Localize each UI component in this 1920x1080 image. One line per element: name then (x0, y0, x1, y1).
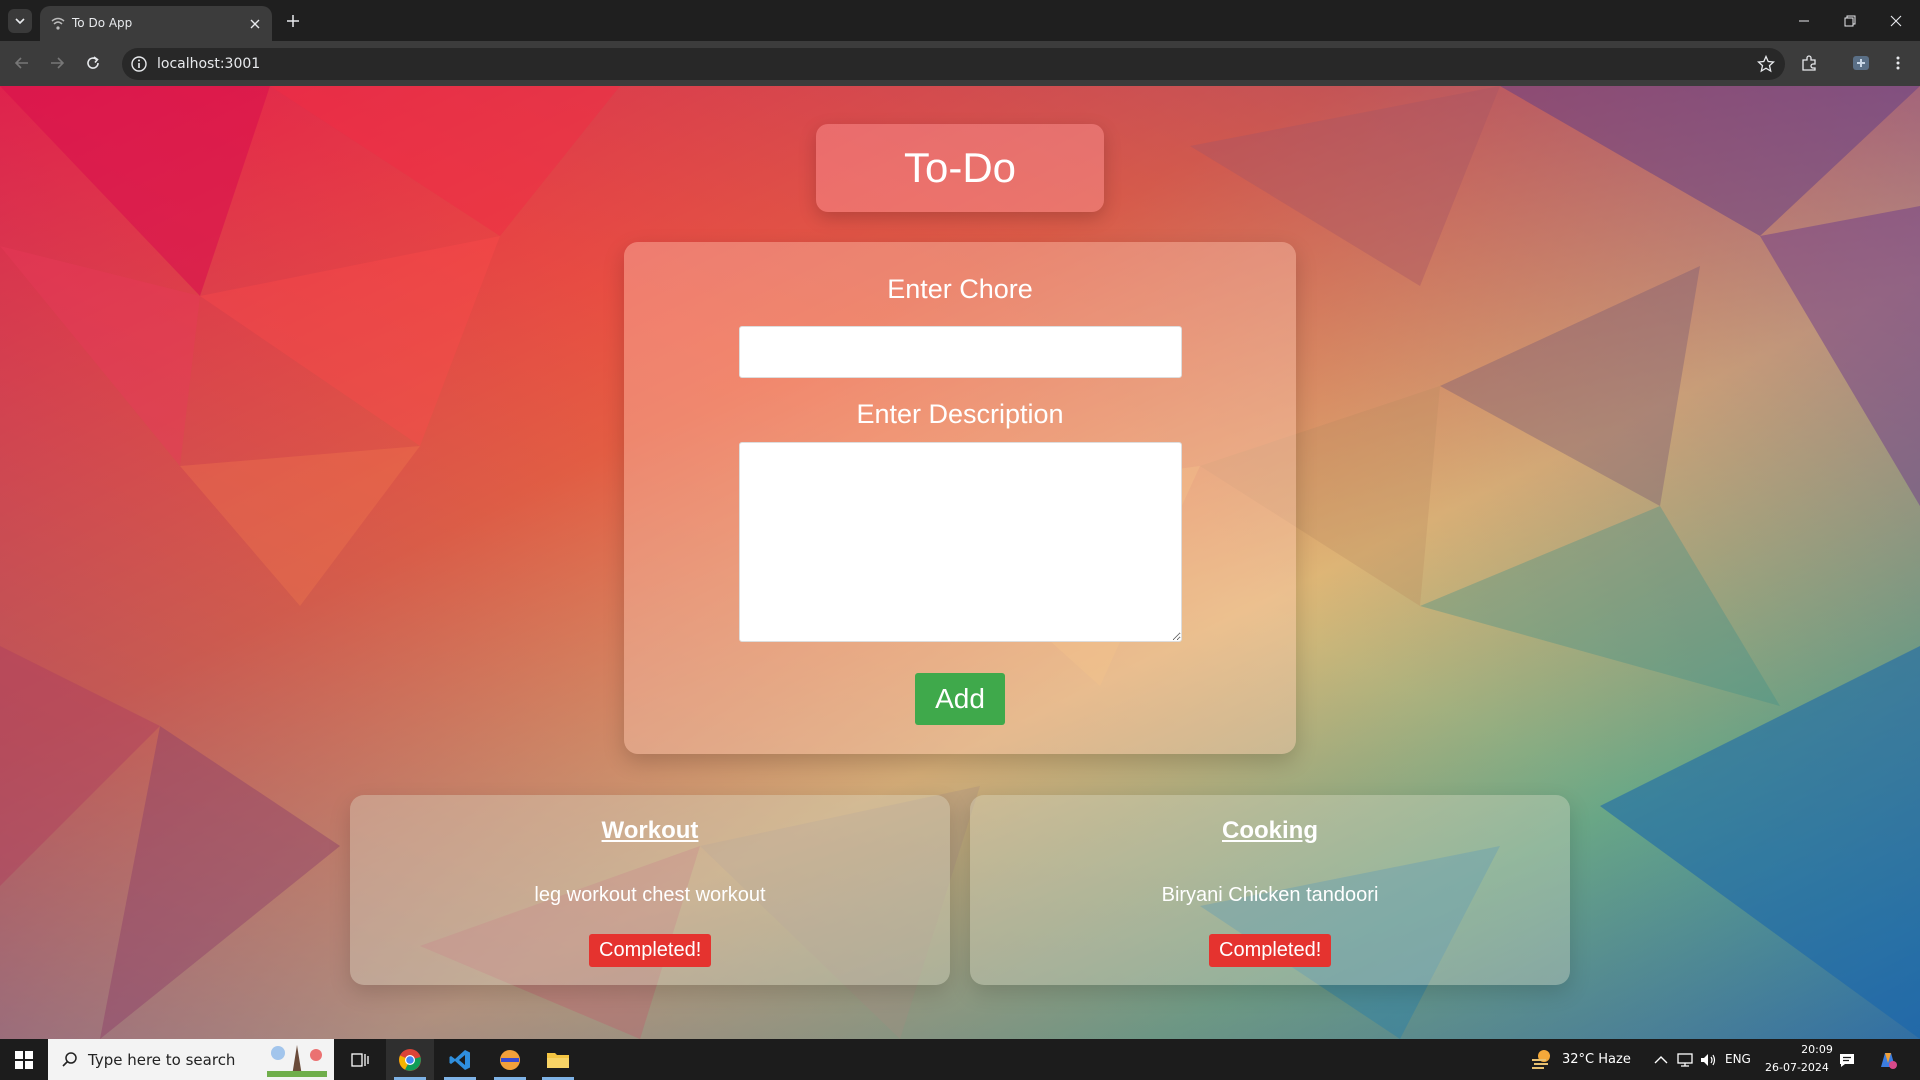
back-button[interactable] (10, 51, 34, 75)
address-bar[interactable]: localhost:3001 (122, 48, 1785, 80)
chevron-up-icon[interactable] (1652, 1051, 1670, 1069)
extensions-button[interactable] (1797, 51, 1821, 75)
chrome-icon (399, 1048, 421, 1071)
browser-tabstrip: To Do App (0, 0, 1920, 41)
browser-tab[interactable]: To Do App (40, 6, 272, 41)
todo-card: Cooking Biryani Chicken tandoori Complet… (970, 795, 1570, 985)
tab-title: To Do App (72, 16, 133, 30)
arrow-right-icon (51, 57, 65, 69)
site-info-icon[interactable] (130, 55, 148, 73)
app-icon (500, 1049, 520, 1070)
search-placeholder: Type here to search (88, 1051, 236, 1069)
tab-close-button[interactable] (246, 15, 264, 33)
completed-button[interactable]: Completed! (589, 934, 712, 967)
profile-icon (1853, 56, 1869, 70)
search-highlight-image (267, 1045, 327, 1077)
kebab-menu-icon (1896, 56, 1900, 70)
taskbar-file-explorer[interactable] (534, 1039, 582, 1080)
vscode-icon (449, 1049, 470, 1070)
task-view-icon (351, 1052, 369, 1067)
star-icon[interactable] (1757, 55, 1775, 73)
arrow-left-icon (14, 57, 28, 69)
minimize-icon (1799, 20, 1809, 21)
reload-button[interactable] (81, 51, 105, 75)
start-button[interactable] (0, 1039, 48, 1080)
clock-date[interactable]: 26-07-2024 (1765, 1061, 1829, 1074)
window-close-button[interactable] (1873, 0, 1919, 41)
taskbar-vscode[interactable] (436, 1039, 484, 1080)
restore-button[interactable] (1827, 0, 1873, 41)
description-textarea[interactable] (739, 442, 1182, 642)
profile-button[interactable] (1849, 51, 1873, 75)
browser-toolbar: localhost:3001 (0, 41, 1920, 86)
reload-icon (87, 56, 99, 69)
chevron-down-icon (15, 18, 25, 25)
puzzle-icon (1802, 55, 1816, 71)
forward-button[interactable] (45, 51, 69, 75)
weather-icon[interactable] (1530, 1048, 1554, 1070)
taskbar-app[interactable] (486, 1039, 534, 1080)
chore-input[interactable] (739, 326, 1182, 378)
taskbar-search[interactable]: Type here to search (48, 1039, 334, 1080)
network-icon[interactable] (1676, 1051, 1694, 1069)
add-chore-form: Enter Chore Enter Description Add (624, 242, 1296, 754)
close-icon (250, 19, 260, 29)
plus-icon (287, 15, 299, 27)
close-icon (1890, 15, 1902, 26)
search-icon (62, 1052, 77, 1067)
favicon-icon (51, 17, 65, 30)
notifications-icon[interactable] (1838, 1051, 1856, 1069)
description-label: Enter Description (856, 399, 1064, 429)
todo-title: Cooking (1222, 817, 1318, 844)
todo-description: leg workout chest workout (534, 884, 766, 906)
taskbar: Type here to search 32°C Haze ENG 20:09 … (0, 1039, 1920, 1080)
weather-text[interactable]: 32°C Haze (1562, 1052, 1631, 1067)
page-viewport: To-Do Enter Chore Enter Description Add … (0, 86, 1920, 1039)
chore-label: Enter Chore (887, 274, 1033, 304)
completed-button[interactable]: Completed! (1209, 934, 1332, 967)
task-view-button[interactable] (336, 1039, 384, 1080)
url-text: localhost:3001 (157, 56, 261, 72)
todo-card: Workout leg workout chest workout Comple… (350, 795, 950, 985)
language-indicator[interactable]: ENG (1725, 1052, 1751, 1066)
todo-description: Biryani Chicken tandoori (1161, 884, 1379, 906)
windows-logo-icon (15, 1050, 33, 1069)
app-header: To-Do (816, 124, 1104, 212)
restore-icon (1844, 15, 1856, 26)
tab-search-button[interactable] (8, 9, 32, 33)
copilot-icon[interactable] (1877, 1049, 1899, 1071)
volume-icon[interactable] (1699, 1051, 1717, 1069)
new-tab-button[interactable] (281, 9, 305, 33)
browser-menu-button[interactable] (1886, 51, 1910, 75)
add-button[interactable]: Add (915, 673, 1005, 725)
minimize-button[interactable] (1781, 0, 1827, 41)
folder-icon (547, 1052, 569, 1068)
taskbar-chrome[interactable] (386, 1039, 434, 1080)
todo-title: Workout (601, 817, 699, 844)
page-title: To-Do (903, 144, 1017, 191)
